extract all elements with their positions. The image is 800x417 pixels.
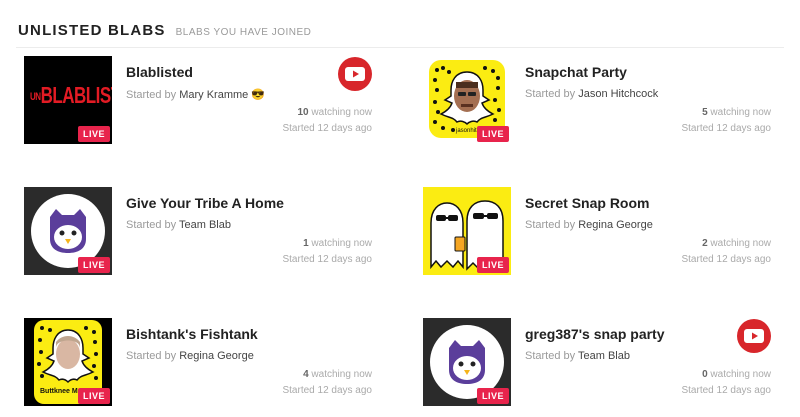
watching-count: 0 watching now — [702, 369, 771, 380]
starter-name[interactable]: Team Blab — [578, 350, 630, 362]
started-by: Started by Regina George — [126, 350, 254, 362]
blab-thumbnail[interactable]: LIVE — [423, 318, 511, 406]
blab-thumbnail[interactable]: UNBLABLIST LIVE — [24, 56, 112, 144]
section-subtitle: BLABS YOU HAVE JOINED — [175, 27, 312, 38]
blab-title[interactable]: Bishtank's Fishtank — [126, 326, 258, 342]
started-ago: Started 12 days ago — [681, 254, 771, 265]
watching-count: 5 watching now — [702, 107, 771, 118]
started-by: Started by Jason Hitchcock — [525, 88, 659, 100]
section-title: UNLISTED BLABS — [18, 22, 166, 39]
started-by: Started by Team Blab — [525, 350, 630, 362]
youtube-icon[interactable] — [338, 57, 372, 91]
blab-title[interactable]: Blablisted — [126, 64, 193, 80]
watching-count: 1 watching now — [303, 238, 372, 249]
live-badge: LIVE — [476, 257, 509, 273]
blab-card[interactable]: LIVE Secret Snap Room Started by Regina … — [423, 187, 783, 277]
section-header: UNLISTED BLABS BLABS YOU HAVE JOINED — [18, 22, 311, 42]
started-ago: Started 12 days ago — [681, 385, 771, 396]
started-ago: Started 12 days ago — [282, 123, 372, 134]
blab-thumbnail[interactable]: LIVE — [24, 187, 112, 275]
blab-title[interactable]: Snapchat Party — [525, 64, 627, 80]
blab-thumbnail[interactable]: jasonhitch LIVE — [423, 56, 511, 144]
blab-card[interactable]: Buttknee Me LIVE Bishtank's Fishtank Sta… — [24, 318, 384, 408]
live-badge: LIVE — [476, 126, 509, 142]
started-ago: Started 12 days ago — [681, 123, 771, 134]
started-ago: Started 12 days ago — [282, 254, 372, 265]
blab-card[interactable]: LIVE Give Your Tribe A Home Started by T… — [24, 187, 384, 277]
blab-card[interactable]: LIVE greg387's snap party Started by Tea… — [423, 318, 783, 408]
started-by: Started by Regina George — [525, 219, 653, 231]
started-by: Started by Mary Kramme 😎 — [126, 89, 266, 101]
started-by: Started by Team Blab — [126, 219, 231, 231]
snapcode-caption: Buttknee Me — [40, 388, 82, 395]
started-ago: Started 12 days ago — [282, 385, 372, 396]
starter-name[interactable]: Jason Hitchcock — [578, 88, 658, 100]
blab-card[interactable]: UNBLABLIST LIVE Blablisted Started by Ma… — [24, 56, 384, 146]
blab-card[interactable]: jasonhitch LIVE Snapchat Party Started b… — [423, 56, 783, 146]
header-divider — [16, 47, 784, 48]
blab-thumbnail[interactable]: Buttknee Me LIVE — [24, 318, 112, 406]
blab-title[interactable]: greg387's snap party — [525, 326, 665, 342]
live-badge: LIVE — [77, 126, 110, 142]
youtube-icon[interactable] — [737, 319, 771, 353]
watching-count: 2 watching now — [702, 238, 771, 249]
live-badge: LIVE — [77, 388, 110, 404]
starter-name[interactable]: Mary Kramme 😎 — [179, 89, 265, 101]
blab-title[interactable]: Give Your Tribe A Home — [126, 195, 284, 211]
blablist-logo: UNBLABLIST — [30, 82, 112, 109]
live-badge: LIVE — [77, 257, 110, 273]
live-badge: LIVE — [476, 388, 509, 404]
starter-name[interactable]: Regina George — [179, 350, 254, 362]
starter-name[interactable]: Regina George — [578, 219, 653, 231]
watching-count: 4 watching now — [303, 369, 372, 380]
starter-name[interactable]: Team Blab — [179, 219, 231, 231]
blab-thumbnail[interactable]: LIVE — [423, 187, 511, 275]
watching-count: 10 watching now — [297, 107, 373, 118]
blab-title[interactable]: Secret Snap Room — [525, 195, 649, 211]
